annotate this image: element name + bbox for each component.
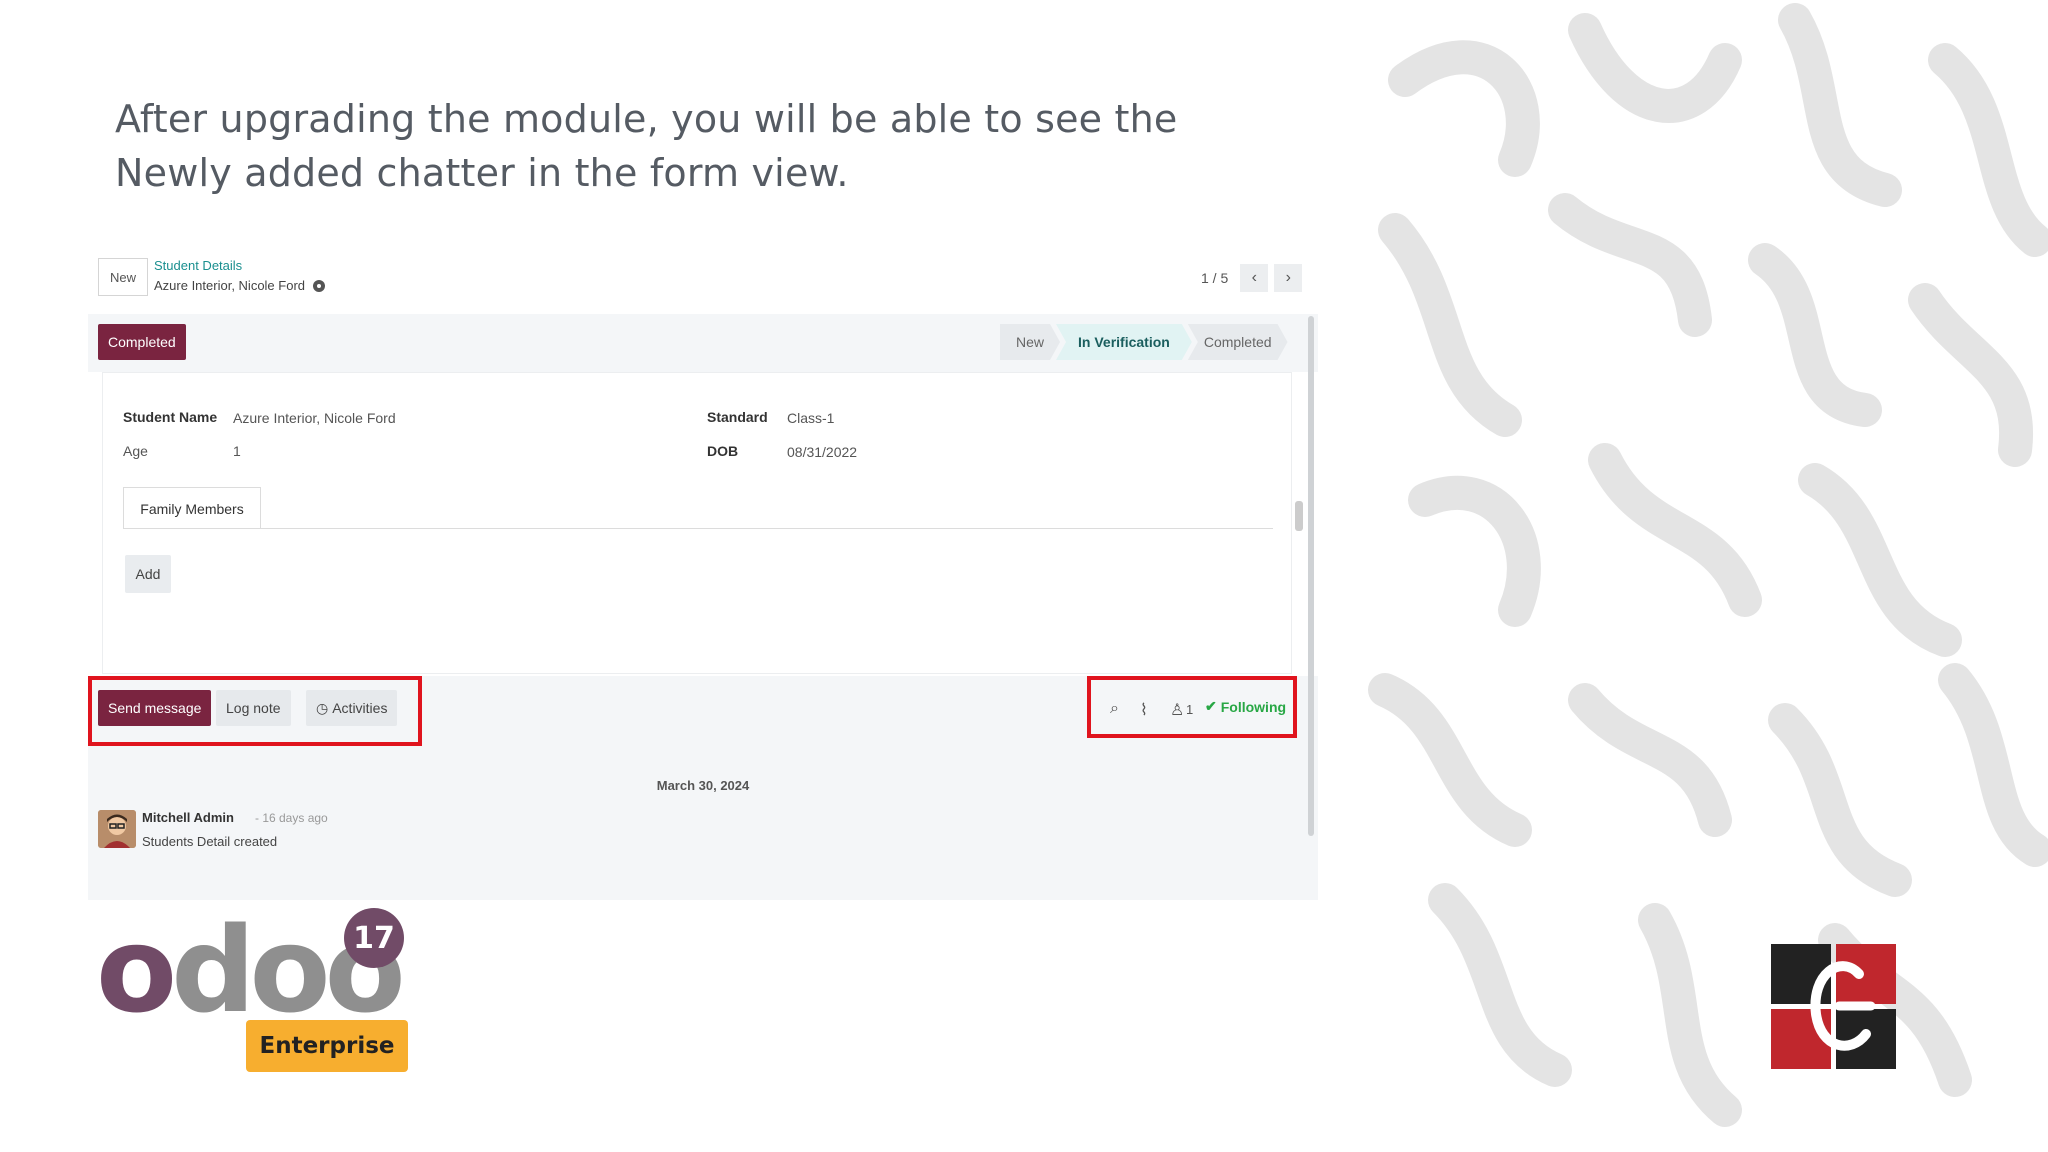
following-button[interactable]: ✔ Following: [1205, 698, 1286, 715]
student-name-label: Student Name: [123, 409, 218, 425]
heading-line-1: After upgrading the module, you will be …: [115, 97, 1178, 141]
message-time: - 16 days ago: [255, 811, 328, 825]
record-title: Azure Interior, Nicole Ford: [154, 278, 326, 293]
check-icon: ✔: [1205, 698, 1217, 714]
student-name-value[interactable]: Azure Interior, Nicole Ford: [233, 410, 396, 426]
form-sheet: Student Name Azure Interior, Nicole Ford…: [102, 372, 1303, 674]
breadcrumb[interactable]: Student Details: [154, 258, 242, 273]
standard-label: Standard: [707, 409, 768, 425]
dob-value[interactable]: 08/31/2022: [787, 444, 857, 460]
chevron-left-icon[interactable]: ‹: [1240, 264, 1269, 292]
completed-button[interactable]: Completed: [98, 324, 186, 360]
activities-button[interactable]: ◷ Activities: [306, 690, 398, 726]
status-bar: Completed New In Verification Completed: [88, 314, 1318, 372]
inner-scrollbar[interactable]: [1295, 501, 1303, 531]
add-button[interactable]: Add: [125, 555, 171, 593]
tab-family-members[interactable]: Family Members: [123, 487, 261, 529]
new-button[interactable]: New: [98, 258, 148, 296]
log-note-button[interactable]: Log note: [216, 690, 291, 726]
page-scrollbar[interactable]: [1308, 316, 1314, 836]
standard-value[interactable]: Class-1: [787, 410, 834, 426]
age-value[interactable]: 1: [233, 443, 241, 459]
version-badge: 17: [344, 908, 404, 968]
decorative-pattern: [1365, 0, 2048, 1152]
control-panel: New Student Details Azure Interior, Nico…: [88, 252, 1318, 314]
avatar[interactable]: [98, 810, 136, 848]
tab-divider: [123, 528, 1273, 529]
send-message-button[interactable]: Send message: [98, 690, 212, 726]
stage-in-verification[interactable]: In Verification: [1056, 324, 1192, 360]
followers-count[interactable]: 1: [1186, 702, 1193, 717]
stage-completed[interactable]: Completed: [1188, 324, 1288, 360]
message-body: Students Detail created: [142, 834, 278, 849]
form-screenshot: New Student Details Azure Interior, Nico…: [88, 252, 1318, 900]
slide-heading: After upgrading the module, you will be …: [115, 92, 1215, 200]
date-separator: March 30, 2024: [656, 778, 750, 793]
paperclip-icon[interactable]: ⌇: [1140, 700, 1148, 720]
search-icon[interactable]: ⌕: [1110, 700, 1119, 718]
stage-pipeline: New In Verification Completed: [1000, 324, 1288, 360]
message-author[interactable]: Mitchell Admin: [142, 810, 234, 825]
followers-icon[interactable]: ♙: [1170, 700, 1184, 720]
activities-label: Activities: [332, 700, 388, 716]
age-label: Age: [123, 443, 148, 459]
chatter: Send message Log note ◷ Activities ⌕ ⌇ ♙…: [88, 676, 1318, 900]
stage-new[interactable]: New: [1000, 324, 1060, 360]
following-label: Following: [1220, 698, 1287, 715]
chevron-right-icon[interactable]: ›: [1274, 264, 1303, 292]
pager-value[interactable]: 1 / 5: [1201, 270, 1228, 286]
edition-badge: Enterprise: [246, 1020, 408, 1072]
pager: 1 / 5 ‹ ›: [1201, 264, 1303, 292]
gear-icon[interactable]: [313, 279, 326, 292]
dob-label: DOB: [707, 443, 739, 459]
record-name: Azure Interior, Nicole Ford: [154, 278, 306, 293]
company-logo: [1771, 944, 1896, 1069]
heading-line-2: Newly added chatter in the form view.: [115, 151, 849, 195]
clock-icon: ◷: [316, 699, 329, 716]
